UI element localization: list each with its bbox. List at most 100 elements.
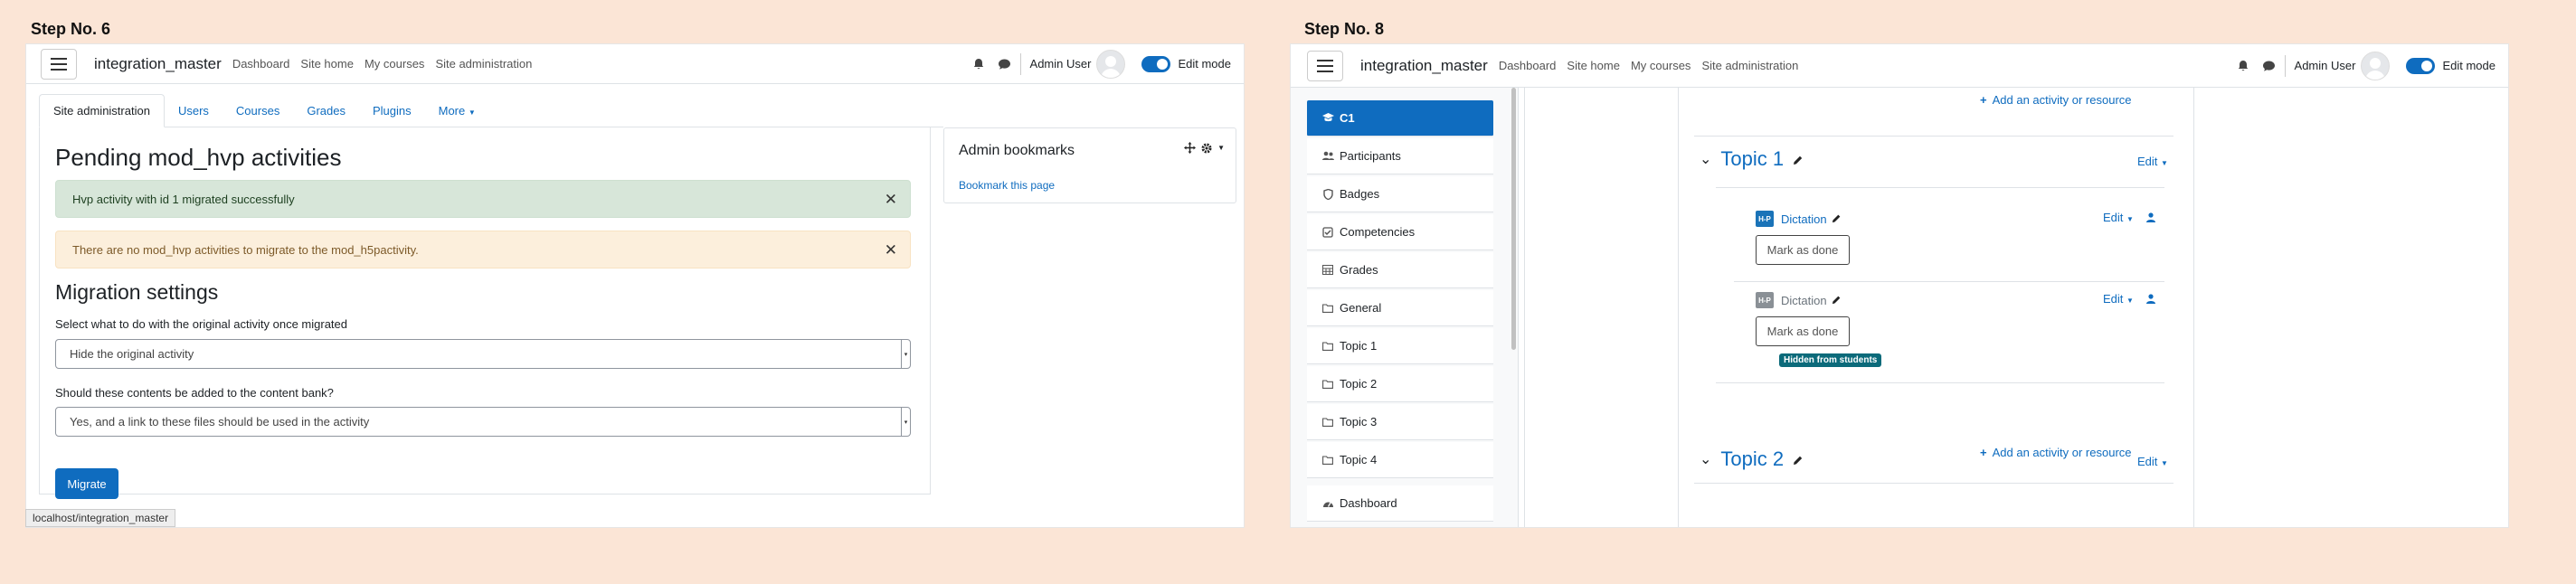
avatar[interactable] [1096,49,1126,79]
chevron-down-icon[interactable]: ⌄ [1700,150,1711,168]
add-activity-link[interactable]: + Add an activity or resource [1980,446,2132,459]
nav-link-site-administration[interactable]: Site administration [1701,59,1798,72]
topic-1-heading[interactable]: ⌄ Topic 1 [1700,147,1804,171]
menu-toggle-button[interactable] [1307,50,1343,81]
nav-link-dashboard[interactable]: Dashboard [232,57,290,71]
bell-icon[interactable] [972,58,985,71]
gear-icon[interactable] [1201,143,1212,154]
nav-link-my-courses[interactable]: My courses [1631,59,1690,72]
folder-icon [1321,341,1334,351]
course-index-item-badges[interactable]: Badges [1307,176,1493,212]
step-6-label: Step No. 6 [31,20,111,38]
mark-as-done-button[interactable]: Mark as done [1756,316,1850,346]
activity-name[interactable]: Dictation [1781,212,1827,226]
warning-alert-text: There are no mod_hvp activities to migra… [72,242,419,257]
nav-link-site-home[interactable]: Site home [1567,59,1620,72]
topic-2-edit-menu[interactable]: Edit ▼ [2137,455,2168,468]
course-index-item-topic-1[interactable]: Topic 1 [1307,328,1493,364]
user-icon[interactable] [2146,292,2155,308]
shield-icon [1321,188,1334,200]
edit-mode-toggle[interactable] [2406,57,2436,74]
tab-more-label: More [438,104,466,118]
course-index-item-topic-3[interactable]: Topic 3 [1307,404,1493,440]
original-activity-select[interactable]: Hide the original activity ▾ [55,339,911,369]
bookmark-link[interactable]: Bookmark this page [959,179,1055,192]
tab-site-administration[interactable]: Site administration [39,94,165,127]
avatar[interactable] [2361,51,2391,80]
topic-2-title[interactable]: Topic 2 [1720,447,1784,471]
course-index-item-participants[interactable]: Participants [1307,138,1493,174]
menu-toggle-button[interactable] [41,48,77,80]
caret-down-icon: ▼ [2126,215,2134,223]
topic-1-edit-menu[interactable]: Edit ▼ [2137,155,2168,168]
user-name[interactable]: Admin User [1030,57,1092,71]
graduation-cap-icon [1321,113,1334,123]
close-icon[interactable]: ✕ [885,241,897,259]
course-index-item-topic-2[interactable]: Topic 2 [1307,366,1493,402]
folder-icon [1321,379,1334,389]
edit-mode-toggle[interactable] [1141,55,1171,72]
topic-1-title[interactable]: Topic 1 [1720,147,1784,171]
nav-link-dashboard[interactable]: Dashboard [1499,59,1557,72]
user-name[interactable]: Admin User [2295,59,2356,72]
h5p-icon: H-P [1756,292,1774,308]
migrate-button[interactable]: Migrate [55,468,118,499]
tab-users[interactable]: Users [165,95,223,127]
activity-name[interactable]: Dictation [1781,294,1827,307]
pencil-icon[interactable] [1793,147,1804,171]
hamburger-bar [1317,70,1333,72]
site-brand[interactable]: integration_master [94,55,222,73]
bell-icon[interactable] [2237,60,2249,72]
activity-divider [1734,281,2164,282]
chat-icon[interactable] [2262,60,2276,72]
nav-link-my-courses[interactable]: My courses [365,57,424,71]
course-index-item-competencies[interactable]: Competencies [1307,214,1493,250]
add-activity-link[interactable]: + Add an activity or resource [1980,93,2132,107]
chevron-down-icon[interactable]: ▼ [1217,144,1225,152]
content-bank-select[interactable]: Yes, and a link to these files should be… [55,407,911,437]
course-index-item-c1[interactable]: C1 [1307,100,1493,137]
tab-plugins[interactable]: Plugins [359,95,425,127]
activity-dictation-hidden-link[interactable]: Dictation [1781,294,1842,307]
user-icon[interactable] [2146,211,2155,227]
close-icon[interactable]: ✕ [885,191,897,209]
tachometer-icon [1321,499,1334,508]
tab-courses[interactable]: Courses [223,95,293,127]
course-content: + Add an activity or resource ⌄ Topic 1 … [1519,88,2508,527]
edit-mode-label: Edit mode [1178,57,1231,71]
site-brand[interactable]: integration_master [1360,57,1488,75]
select-caret-icon: ▾ [901,408,910,436]
pencil-icon[interactable] [1832,294,1842,307]
course-index-item-grades[interactable]: Grades [1307,252,1493,288]
mark-as-done-button[interactable]: Mark as done [1756,235,1850,265]
pencil-icon[interactable] [1793,447,1804,471]
topic-2-heading[interactable]: ⌄ Topic 2 [1700,447,1804,471]
move-icon[interactable] [1184,142,1197,154]
course-index-item-general[interactable]: General [1307,290,1493,326]
tab-grades[interactable]: Grades [293,95,359,127]
chevron-down-icon[interactable]: ⌄ [1700,450,1711,468]
pencil-icon[interactable] [1832,212,1842,226]
original-activity-value: Hide the original activity [70,347,194,361]
course-index-item-dashboard[interactable]: Dashboard [1307,485,1493,522]
hidden-from-students-badge: Hidden from students [1779,353,1882,367]
activity-1-edit-menu[interactable]: Edit ▼ [2103,211,2134,224]
nav-link-site-home[interactable]: Site home [300,57,354,71]
content-bank-label: Should these contents be added to the co… [55,386,334,400]
migration-settings-heading: Migration settings [55,280,219,304]
activity-2-edit-menu[interactable]: Edit ▼ [2103,292,2134,306]
nav-link-site-administration[interactable]: Site administration [435,57,532,71]
step-8-screenshot: integration_master Dashboard Site home M… [1290,43,2509,528]
admin-bookmarks-block: Admin bookmarks ▼ Bookmark this page [943,127,1236,203]
course-index-label: Dashboard [1340,496,1397,510]
course-index-item-topic-4[interactable]: Topic 4 [1307,442,1493,478]
admin-tabs: Site administration Users Courses Grades… [39,94,943,127]
drawer-scrollbar[interactable] [1511,88,1516,350]
block-title: Admin bookmarks [959,143,1075,158]
activity-divider [1716,187,2164,188]
course-index-label: C1 [1340,111,1355,125]
content-divider [2193,88,2194,527]
tab-more[interactable]: More ▼ [425,95,489,127]
activity-dictation-link[interactable]: Dictation [1781,212,1842,226]
chat-icon[interactable] [998,58,1011,71]
